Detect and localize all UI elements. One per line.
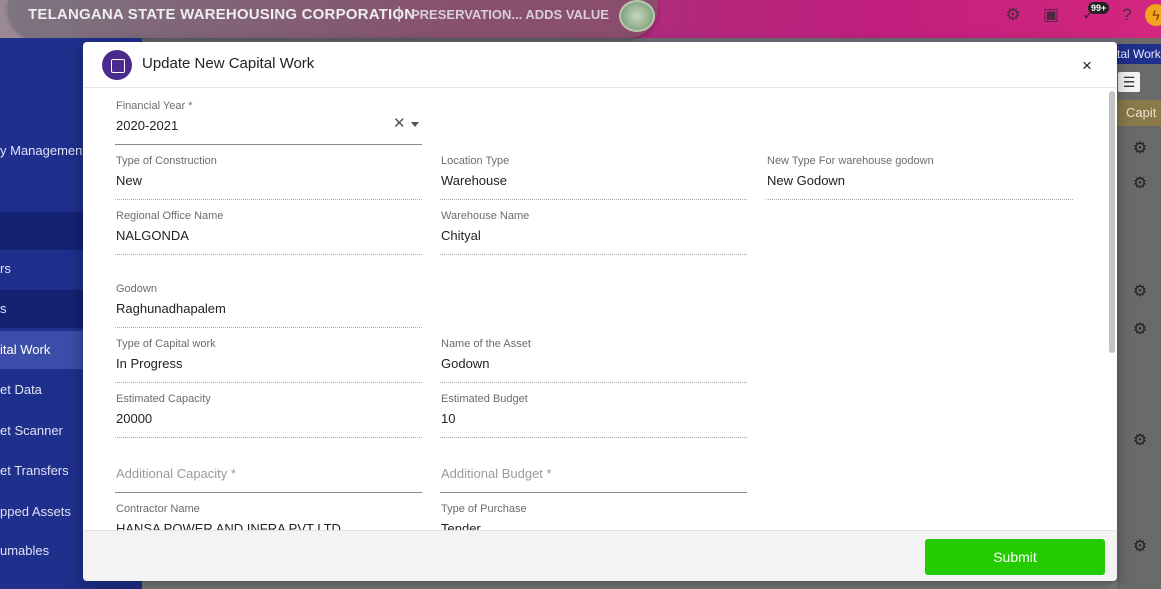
store-icon[interactable]: ▣ [1040,4,1062,26]
field-value: New Godown [767,173,846,188]
estimated-budget-field[interactable]: Estimated Budget 10 [440,393,747,438]
estimated-capacity-field[interactable]: Estimated Capacity 20000 [115,393,422,438]
row-settings-icon[interactable]: ⚙ [1130,320,1150,340]
field-value: Chityal [441,228,481,243]
submit-button[interactable]: Submit [925,539,1105,575]
contractor-name-field[interactable]: Contractor Name HANSA POWER AND INFRA PV… [115,503,422,530]
field-label: Warehouse Name [441,210,530,222]
field-value: Tender [441,521,481,530]
field-label: Estimated Capacity [116,393,211,405]
help-icon[interactable]: ? [1116,4,1138,26]
field-label: Type of Construction [116,155,217,167]
additional-budget-input[interactable]: Additional Budget * [440,448,747,493]
field-value: HANSA POWER AND INFRA PVT LTD [116,521,341,530]
field-value: 2020-2021 [116,118,179,133]
additional-capacity-input[interactable]: Additional Capacity * [115,448,422,493]
row-settings-icon[interactable]: ⚙ [1130,282,1150,302]
field-value: Warehouse [441,173,507,188]
field-label: New Type For warehouse godown [767,155,934,167]
field-value: Godown [441,356,490,371]
dialog-body: Financial Year * 2020-2021 ✕ Type of Con… [83,89,1117,530]
close-button[interactable]: × [1077,56,1097,76]
state-emblem-logo [619,0,655,32]
field-value: 10 [441,411,456,426]
field-label: Type of Capital work [116,338,216,350]
field-value: New [116,173,143,188]
list-view-icon[interactable]: ☰ [1118,72,1140,92]
square-icon [102,50,132,80]
gear-icon[interactable]: ⚙ [1002,4,1024,26]
background-pagination [142,582,1117,589]
type-of-construction-field[interactable]: Type of Construction New [115,155,422,200]
row-settings-icon[interactable]: ⚙ [1130,431,1150,451]
field-label: Name of the Asset [441,338,531,350]
app-tagline: PRESERVATION... ADDS VALUE [411,7,609,22]
name-of-asset-field[interactable]: Name of the Asset Godown [440,338,747,383]
bolt-icon[interactable]: ϟ [1145,4,1161,26]
dialog-scrollbar[interactable] [1109,91,1115,353]
app-header: TELANGANA STATE WAREHOUSING CORPORATION … [0,0,1161,38]
row-settings-icon[interactable]: ⚙ [1130,537,1150,557]
row-settings-icon[interactable]: ⚙ [1130,139,1150,159]
field-placeholder: Additional Budget * [441,466,552,481]
chevron-down-icon[interactable] [411,122,419,127]
clear-icon[interactable]: ✕ [393,114,406,132]
field-label: Godown [116,283,157,295]
godown-field[interactable]: Godown Raghunadhapalem [115,283,422,328]
type-of-purchase-field[interactable]: Type of Purchase Tender [440,503,747,530]
background-column-header: Capit [1117,100,1161,126]
field-label: Financial Year * [116,100,193,112]
brand-separator: | [397,5,402,22]
field-label: Estimated Budget [441,393,528,405]
dialog-header: Update New Capital Work × [83,42,1117,88]
field-label: Regional Office Name [116,210,224,222]
field-value: NALGONDA [116,228,189,243]
update-capital-work-dialog: Update New Capital Work × Financial Year… [83,42,1117,581]
regional-office-field[interactable]: Regional Office Name NALGONDA [115,210,422,255]
field-label: Location Type [441,155,510,167]
field-value: 20000 [116,411,153,426]
field-label: Type of Purchase [441,503,527,515]
new-type-godown-field[interactable]: New Type For warehouse godown New Godown [766,155,1073,200]
background-tab[interactable]: tal Work [1117,44,1161,64]
location-type-field[interactable]: Location Type Warehouse [440,155,747,200]
app-title: TELANGANA STATE WAREHOUSING CORPORATION [28,6,416,23]
dialog-title: Update New Capital Work [142,55,315,72]
type-of-capital-work-field[interactable]: Type of Capital work In Progress [115,338,422,383]
financial-year-select[interactable]: Financial Year * 2020-2021 ✕ [115,100,422,145]
dialog-footer: Submit [83,530,1117,581]
field-value: In Progress [116,356,183,371]
field-value: Raghunadhapalem [116,301,226,316]
notification-badge: 99+ [1088,2,1110,14]
field-placeholder: Additional Capacity * [116,466,236,481]
warehouse-name-field[interactable]: Warehouse Name Chityal [440,210,747,255]
field-label: Contractor Name [116,503,200,515]
row-settings-icon[interactable]: ⚙ [1130,174,1150,194]
